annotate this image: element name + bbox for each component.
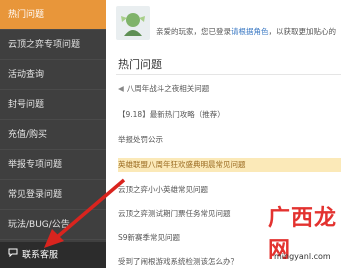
faq-item[interactable]: 云顶之弈小小英雄常见问题 bbox=[118, 183, 341, 197]
faq-item-highlighted[interactable]: 英雄联盟八周年狂欢盛典明晨常见问题 bbox=[118, 158, 341, 172]
sidebar-item-ban[interactable]: 封号问题 bbox=[0, 90, 106, 120]
greeting-suffix: ，以获取更加贴心的 bbox=[268, 27, 337, 36]
login-greeting: 亲爱的玩家，您已登录请根据角色，以获取更加贴心的 bbox=[156, 26, 341, 37]
faq-item[interactable]: 【9.18】最新热门攻略（推荐） bbox=[118, 108, 341, 122]
contact-support-label: 联系客服 bbox=[22, 250, 59, 261]
select-role-link[interactable]: 请根据角色 bbox=[231, 27, 269, 36]
hot-issues-title: 热门问题 bbox=[118, 58, 162, 71]
sidebar-item-activity[interactable]: 活动查询 bbox=[0, 60, 106, 90]
sidebar-item-login[interactable]: 常见登录问题 bbox=[0, 180, 106, 210]
avatar bbox=[116, 6, 150, 40]
speaker-icon: ◀ bbox=[118, 84, 124, 93]
chat-bubble-icon bbox=[8, 242, 18, 268]
sidebar: 热门问题 云顶之弈专项问题 活动查询 封号问题 充值/购买 举报专项问题 常见登… bbox=[0, 0, 106, 268]
greeting-text: 亲爱的玩家，您已登录 bbox=[156, 27, 231, 36]
divider bbox=[116, 74, 341, 75]
contact-support-button[interactable]: 联系客服 bbox=[0, 242, 106, 268]
sidebar-item-tft[interactable]: 云顶之弈专项问题 bbox=[0, 30, 106, 60]
sidebar-item-report[interactable]: 举报专项问题 bbox=[0, 150, 106, 180]
watermark-url: mingyanl.com bbox=[274, 252, 331, 261]
faq-item[interactable]: 举报处罚公示 bbox=[118, 133, 341, 147]
faq-text: 八周年战斗之夜相关问题 bbox=[126, 84, 210, 93]
sidebar-item-hot-issues[interactable]: 热门问题 bbox=[0, 0, 106, 30]
sidebar-item-gameplay[interactable]: 玩法/BUG/公告 bbox=[0, 210, 106, 240]
sidebar-item-recharge[interactable]: 充值/购买 bbox=[0, 120, 106, 150]
faq-item[interactable]: ◀ 八周年战斗之夜相关问题 bbox=[118, 82, 341, 96]
